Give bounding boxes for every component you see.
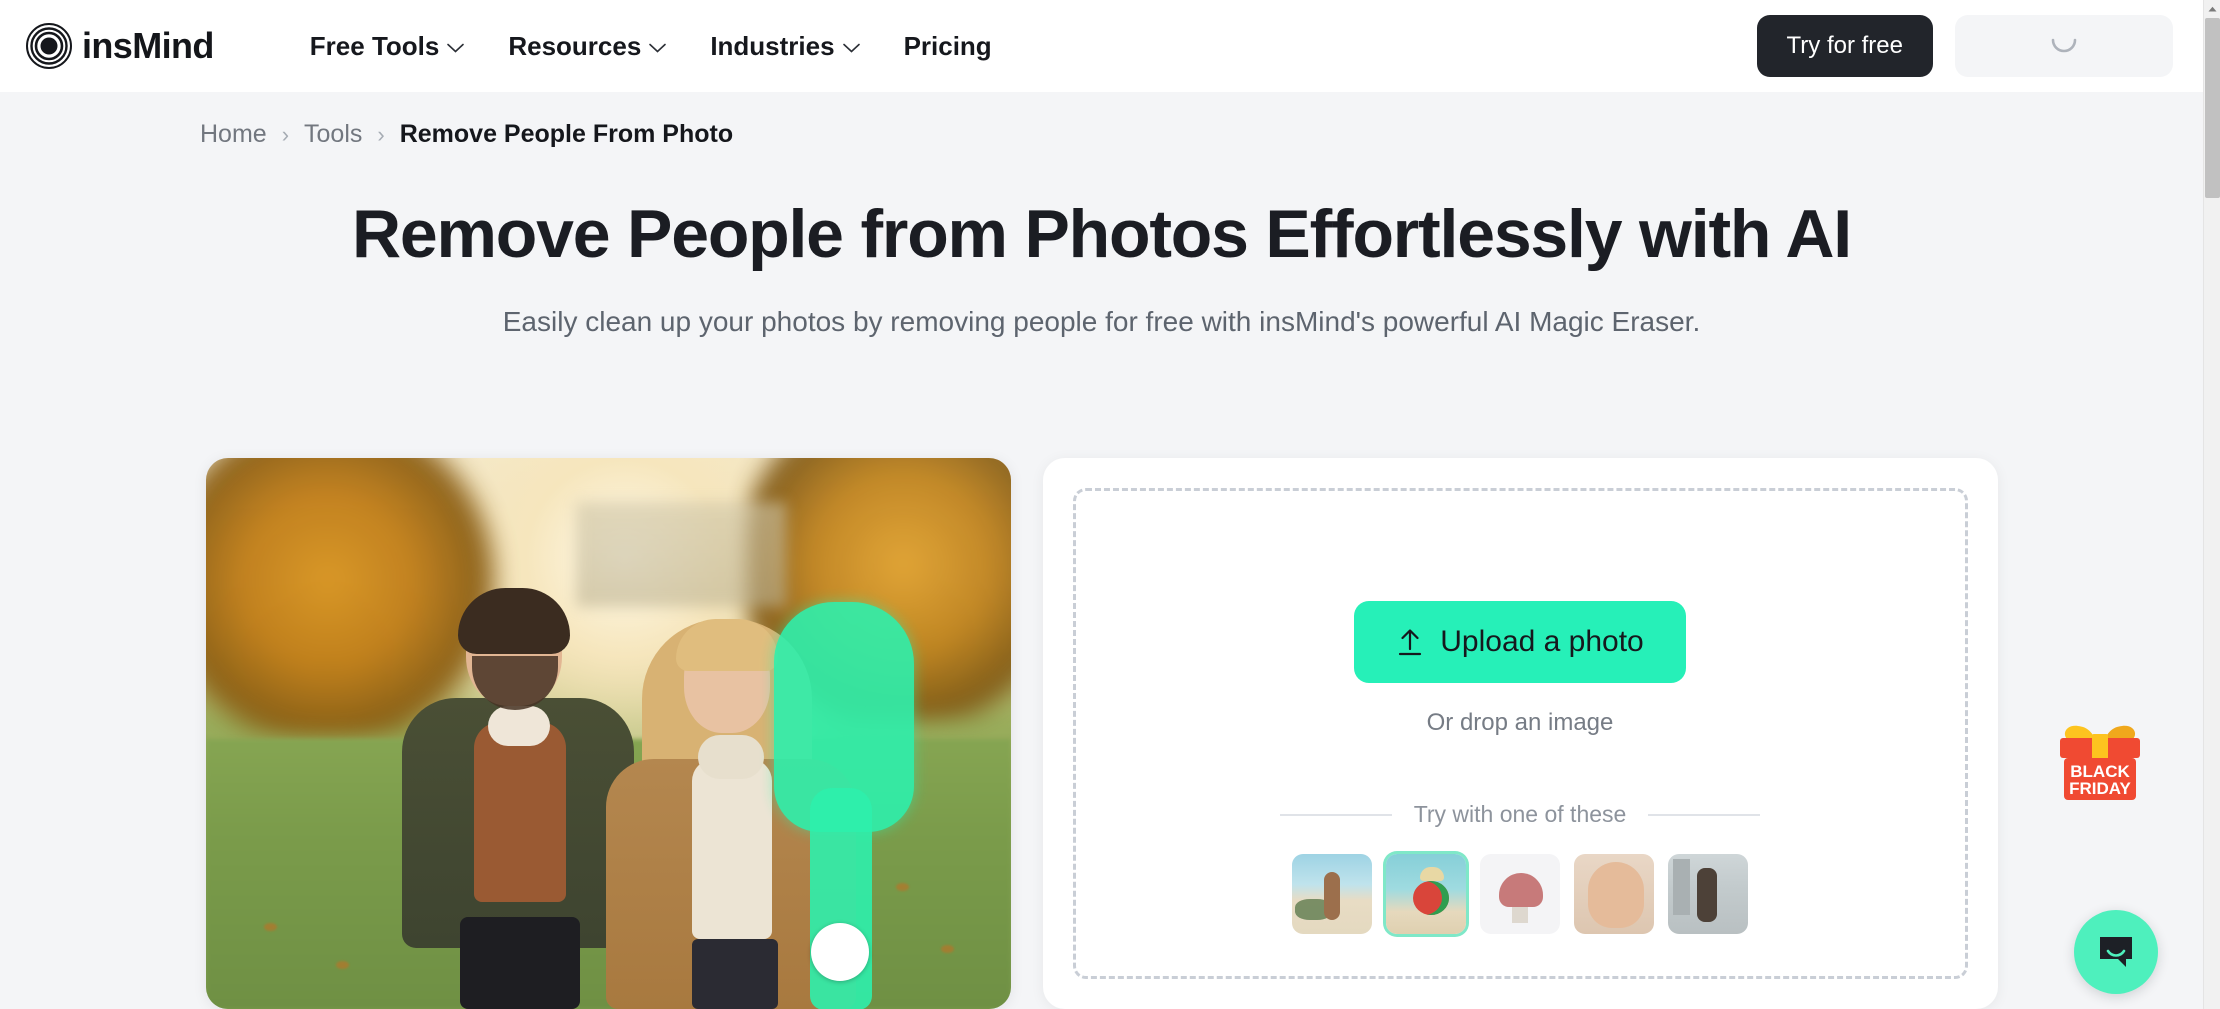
- breadcrumb-item-tools[interactable]: Tools: [304, 120, 362, 149]
- breadcrumb: Home › Tools › Remove People From Photo: [200, 120, 733, 149]
- sample-thumbnail-child-with-swim-ring[interactable]: [1386, 854, 1466, 934]
- brush-cursor: [810, 923, 869, 981]
- sample-thumbnail-woman-applying-cream[interactable]: [1574, 854, 1654, 934]
- logo-text: insMind: [82, 25, 214, 66]
- demo-photo-preview[interactable]: [205, 458, 1011, 1009]
- divider-line-right: [1648, 813, 1761, 816]
- nav-label: Free Tools: [309, 30, 440, 61]
- background-building: [575, 502, 786, 607]
- sample-thumbnails: [1292, 854, 1748, 934]
- account-loading-pill[interactable]: [1955, 15, 2173, 77]
- loading-spinner-arc-icon: [2051, 38, 2077, 53]
- upload-card: Upload a photo Or drop an image Try with…: [1042, 458, 1998, 1009]
- scrollbar-thumb[interactable]: [2205, 18, 2220, 198]
- breadcrumb-item-current: Remove People From Photo: [399, 120, 734, 148]
- workspace: Upload a photo Or drop an image Try with…: [0, 458, 2203, 1009]
- breadcrumb-separator: ›: [377, 121, 385, 147]
- breadcrumb-item-home[interactable]: Home: [200, 120, 267, 149]
- nav-label: Industries: [710, 30, 835, 61]
- chevron-down-icon: [842, 43, 860, 53]
- drop-hint-text: Or drop an image: [1426, 709, 1614, 736]
- nav-label: Pricing: [903, 30, 992, 61]
- page-title: Remove People from Photos Effortlessly w…: [351, 196, 1852, 272]
- chat-bubble-smile-icon: [2100, 937, 2132, 967]
- chat-support-button[interactable]: [2074, 910, 2158, 994]
- page-subtitle: Easily clean up your photos by removing …: [502, 305, 1701, 337]
- try-for-free-button[interactable]: Try for free: [1756, 15, 1933, 77]
- upload-photo-button[interactable]: Upload a photo: [1354, 601, 1686, 683]
- svg-text:FRIDAY: FRIDAY: [2069, 779, 2131, 798]
- dropzone[interactable]: Upload a photo Or drop an image Try with…: [1072, 488, 1968, 979]
- concentric-rings-logo-icon: [26, 23, 72, 69]
- scrollbar-up-arrow[interactable]: [2204, 0, 2220, 17]
- black-friday-promo-badge[interactable]: BLACK FRIDAY: [2048, 710, 2152, 814]
- header-actions: Try for free: [1756, 15, 2173, 77]
- sample-thumbnail-woman-on-beach[interactable]: [1292, 854, 1372, 934]
- logo[interactable]: insMind: [26, 23, 214, 69]
- hero-section: Remove People from Photos Effortlessly w…: [0, 196, 2203, 338]
- divider-line-left: [1280, 813, 1392, 816]
- site-header: insMind Free Tools Resources Industries …: [0, 0, 2203, 92]
- breadcrumb-separator: ›: [281, 121, 290, 147]
- chevron-down-icon: [649, 43, 667, 53]
- nav-item-pricing[interactable]: Pricing: [904, 31, 992, 62]
- upload-photo-label: Upload a photo: [1440, 625, 1644, 658]
- chevron-up-icon: [2208, 6, 2217, 11]
- nav-label: Resources: [508, 30, 642, 61]
- fallen-leaf: [263, 923, 277, 931]
- fallen-leaf: [895, 883, 909, 891]
- chevron-down-icon: [447, 43, 465, 53]
- samples-label: Try with one of these: [1413, 801, 1627, 827]
- nav-item-resources[interactable]: Resources: [508, 30, 667, 62]
- fallen-leaf: [335, 961, 349, 969]
- page-scrollbar[interactable]: [2203, 0, 2220, 1009]
- nav-item-free-tools[interactable]: Free Tools: [310, 31, 465, 62]
- sample-thumbnail-pink-bucket-hat[interactable]: [1480, 854, 1560, 934]
- nav-item-industries[interactable]: Industries: [710, 30, 860, 62]
- upload-arrow-icon: [1399, 629, 1422, 656]
- samples-divider: Try with one of these: [1280, 801, 1761, 828]
- fallen-leaf: [940, 945, 954, 953]
- gift-box-icon: BLACK FRIDAY: [2060, 725, 2140, 800]
- sample-thumbnail-woman-on-city-street[interactable]: [1668, 854, 1748, 934]
- person-man: [401, 588, 634, 1009]
- main-nav: Free Tools Resources Industries Pricing: [310, 31, 992, 62]
